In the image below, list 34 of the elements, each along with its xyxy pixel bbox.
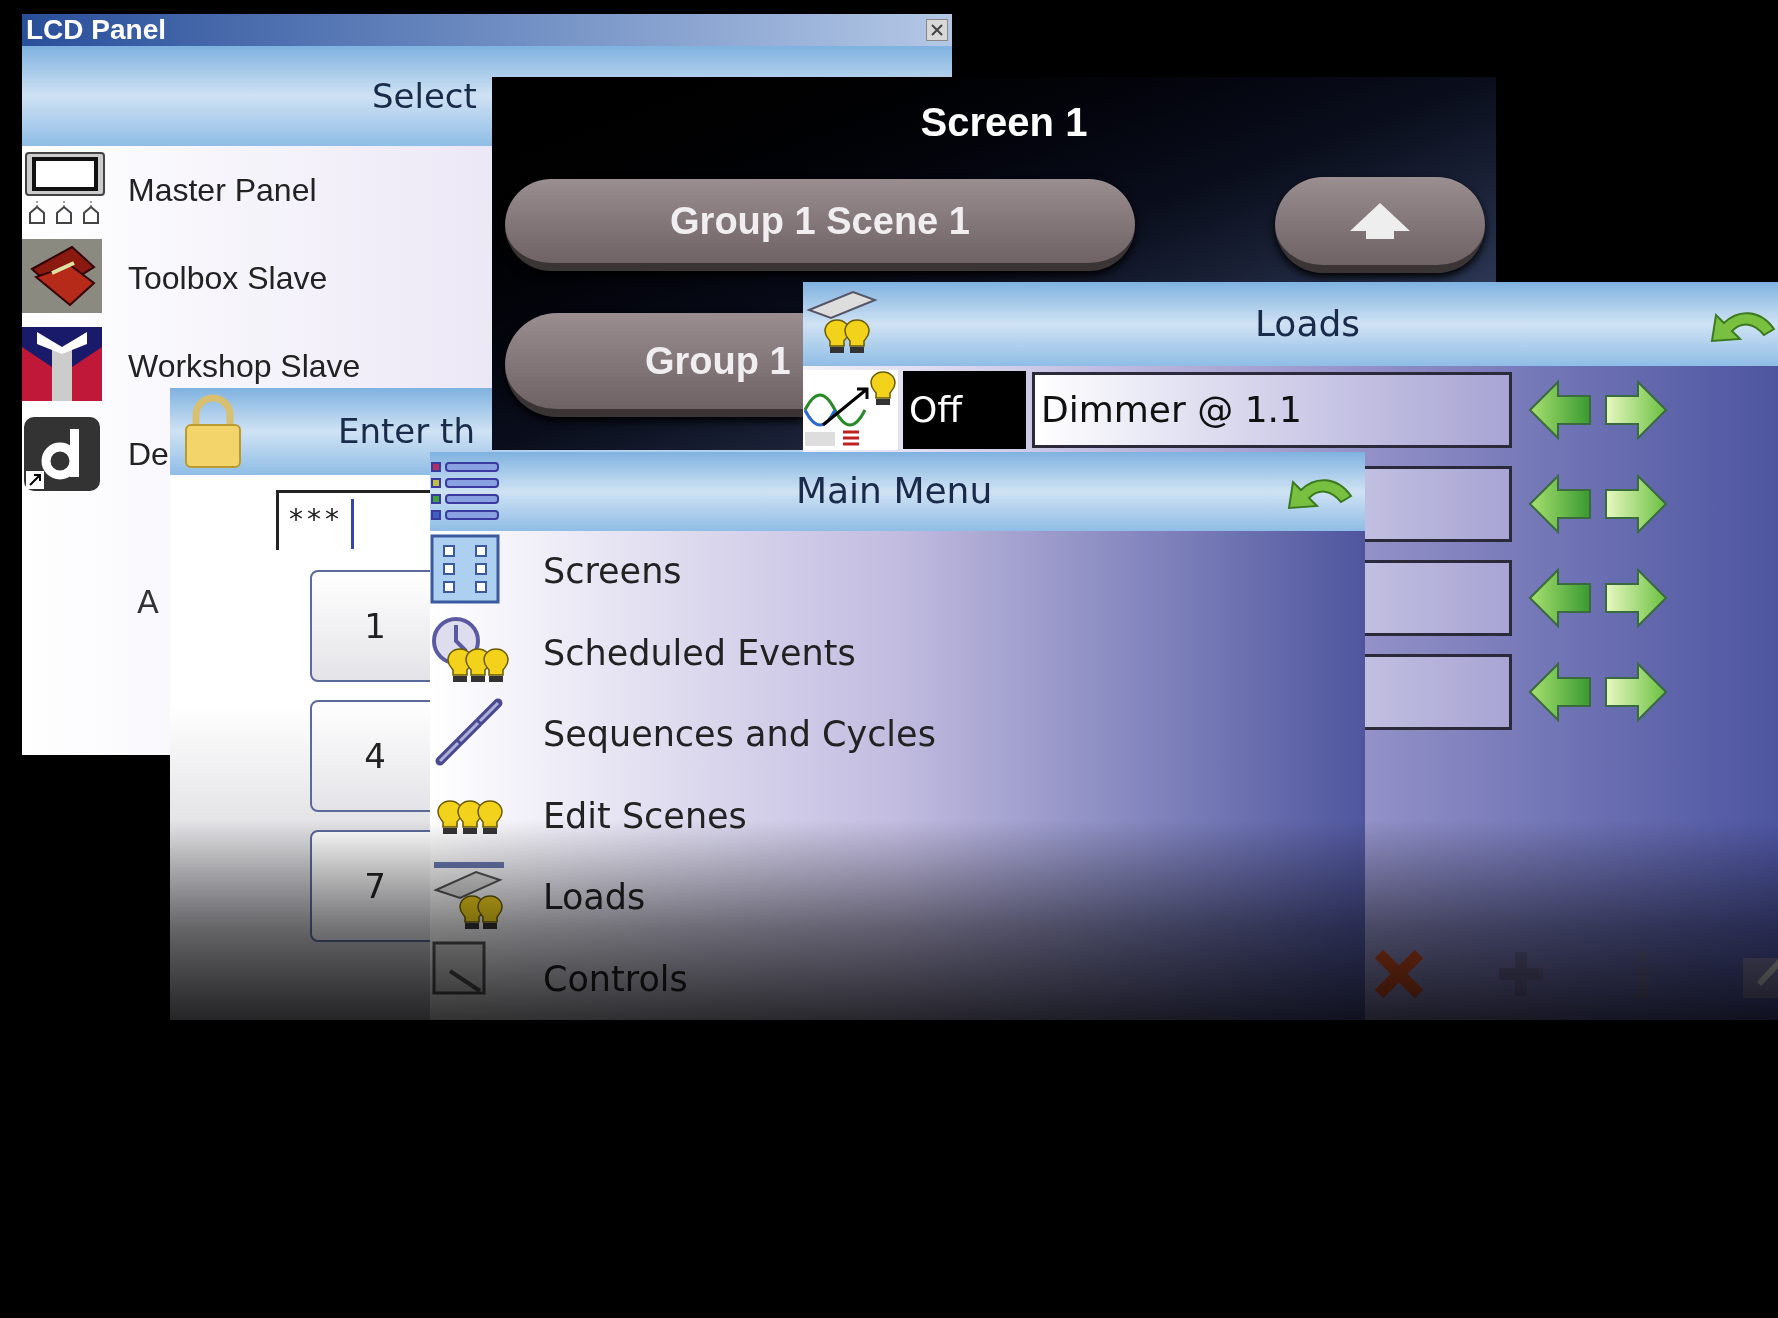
window-title: LCD Panel: [26, 16, 167, 44]
menu-item[interactable]: Screens: [543, 545, 682, 598]
menu-item[interactable]: Scheduled Events: [543, 626, 856, 680]
right-arrow-button[interactable]: [1604, 378, 1668, 442]
left-arrow-button[interactable]: [1528, 472, 1592, 536]
left-arrow-button[interactable]: [1528, 378, 1592, 442]
screen-title: Screen 1: [919, 99, 1089, 146]
list-item[interactable]: Master Panel: [128, 174, 317, 206]
left-arrow-button[interactable]: [1528, 566, 1592, 630]
header-title: Select: [372, 74, 477, 118]
up-arrow-icon: [1348, 201, 1412, 241]
list-item[interactable]: De: [128, 438, 169, 470]
padlock-icon: [182, 392, 244, 471]
header-title: Loads: [1253, 302, 1361, 346]
menu-item[interactable]: Edit Scenes: [543, 789, 747, 843]
list-item[interactable]: Workshop Slave: [128, 350, 361, 382]
menu-item[interactable]: Sequences and Cycles: [543, 708, 936, 761]
dimmer-curve-icon: [803, 370, 898, 450]
list-item[interactable]: Toolbox Slave: [128, 262, 328, 294]
header-title: Main Menu: [796, 469, 993, 514]
close-button[interactable]: [926, 19, 948, 41]
right-arrow-button[interactable]: [1604, 566, 1668, 630]
close-icon: [930, 23, 944, 37]
load-name-field[interactable]: Dimmer @ 1.1: [1032, 372, 1512, 448]
label-text: A: [137, 582, 159, 623]
scene-button[interactable]: Group 1: [505, 313, 803, 417]
status-label: Off: [903, 371, 1026, 449]
right-arrow-button[interactable]: [1604, 660, 1668, 724]
scene-button[interactable]: Group 1 Scene 1: [505, 179, 1135, 271]
right-arrow-button[interactable]: [1604, 472, 1668, 536]
left-arrow-button[interactable]: [1528, 660, 1592, 724]
dialog-title: Enter th: [338, 410, 475, 453]
up-button[interactable]: [1275, 177, 1485, 273]
menu-item[interactable]: Loads: [543, 871, 646, 924]
